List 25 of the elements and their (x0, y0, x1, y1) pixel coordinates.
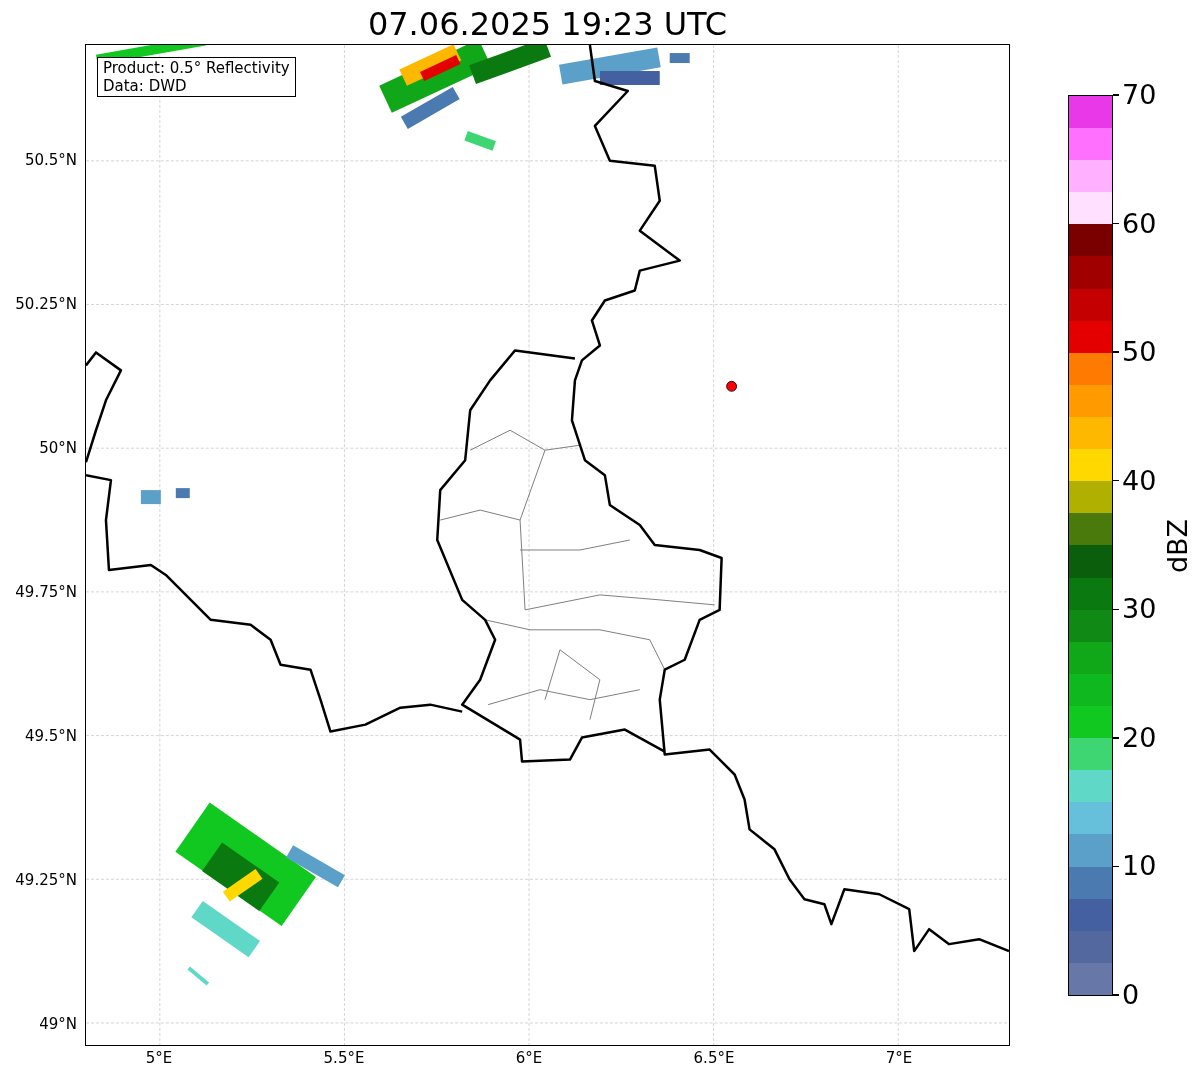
legend-text: Product: 0.5° Reflectivity (103, 59, 290, 77)
longitude-label: 7°E (884, 1049, 914, 1067)
colorbar-tick-label: 10 (1122, 851, 1157, 882)
longitude-label: 6°E (514, 1049, 544, 1067)
colorbar-tick-label: 0 (1122, 980, 1140, 1010)
location-marker (726, 380, 737, 392)
latitude-label: 49°N (39, 1015, 77, 1033)
latitude-label: 50.25°N (15, 295, 77, 313)
colorbar-tick-label: 40 (1122, 465, 1157, 496)
colorbar-label: dBZ (1163, 517, 1193, 576)
colorbar-tick-label: 70 (1122, 80, 1157, 110)
colorbar-tick-label: 60 (1122, 208, 1157, 239)
colorbar-tick-label: 50 (1122, 337, 1157, 368)
latitude-label: 49.5°N (24, 727, 77, 745)
colorbar-tick-label: 20 (1122, 722, 1157, 753)
longitude-label: 5°E (144, 1049, 174, 1067)
longitude-label: 5.5°E (322, 1049, 366, 1067)
latitude-label: 50°N (39, 439, 77, 457)
latitude-label: 49.25°N (15, 871, 77, 889)
chart-title: 07.06.2025 19:23 UTC (366, 4, 729, 44)
latitude-label: 49.75°N (15, 583, 77, 601)
legend-text: Data: DWD (103, 77, 188, 95)
colorbar-tick-label: 30 (1122, 594, 1157, 625)
longitude-label: 6.5°E (692, 1049, 736, 1067)
latitude-label: 50.5°N (24, 151, 77, 169)
